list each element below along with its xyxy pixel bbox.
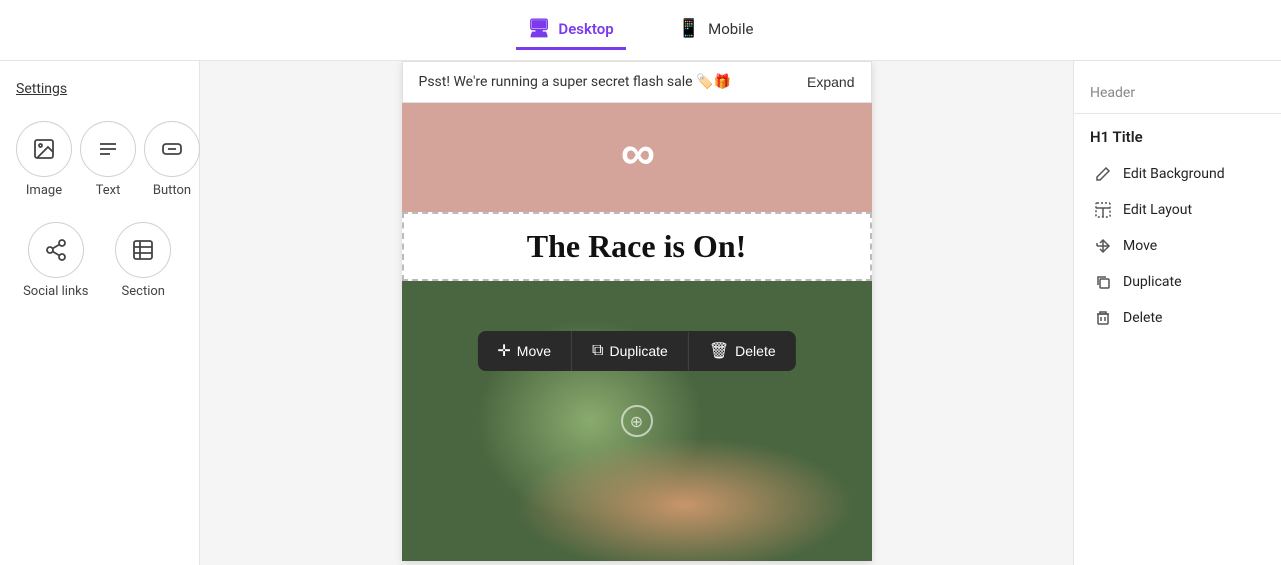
move-button[interactable]: ✛ Move <box>477 331 572 371</box>
tool-text[interactable]: Text <box>80 121 136 198</box>
edit-background-icon <box>1093 166 1113 182</box>
move-right-icon <box>1093 238 1113 254</box>
section-title: H1 Title <box>1074 118 1281 156</box>
right-sidebar: Header H1 Title Edit Background Edit Lay… <box>1073 61 1281 565</box>
mobile-icon: 📱 <box>678 18 700 39</box>
top-bar: 🖥 Desktop 📱 Mobile <box>0 0 1281 61</box>
button-icon <box>144 121 200 177</box>
email-preview: Psst! We're running a super secret flash… <box>402 61 872 561</box>
move-label: Move <box>517 343 551 359</box>
svg-text:∞: ∞ <box>620 127 653 177</box>
right-section-header-label: Header <box>1074 77 1281 109</box>
edit-layout-label: Edit Layout <box>1123 202 1192 218</box>
tab-mobile-label: Mobile <box>708 20 753 38</box>
divider-1 <box>1074 113 1281 114</box>
tools-grid-2: Social links Section <box>16 222 183 299</box>
logo: ∞ <box>597 127 677 188</box>
move-item[interactable]: Move <box>1074 228 1281 264</box>
delete-right-icon <box>1093 310 1113 326</box>
duplicate-label: Duplicate <box>609 343 667 359</box>
edit-background-label: Edit Background <box>1123 166 1225 182</box>
delete-button[interactable]: 🗑 Delete <box>689 331 796 371</box>
delete-icon: 🗑 <box>709 341 729 361</box>
flash-sale-text: Psst! We're running a super secret flash… <box>419 74 731 90</box>
canvas-area: Psst! We're running a super secret flash… <box>200 61 1073 565</box>
image-icon <box>16 121 72 177</box>
tab-mobile[interactable]: 📱 Mobile <box>666 10 766 50</box>
tool-button-label: Button <box>153 183 191 198</box>
flash-sale-message: Psst! We're running a super secret flash… <box>419 74 731 90</box>
tools-grid: Image Text <box>16 121 183 198</box>
left-sidebar: Settings Image <box>0 61 200 565</box>
tab-desktop-label: Desktop <box>558 20 613 38</box>
tool-section[interactable]: Section <box>104 222 184 299</box>
settings-link[interactable]: Settings <box>16 81 183 97</box>
fashion-image: ⊕ <box>402 281 872 561</box>
duplicate-right-label: Duplicate <box>1123 274 1182 290</box>
image-section[interactable]: ⊕ <box>402 281 872 561</box>
duplicate-icon: ⧉ <box>592 342 603 360</box>
tool-image[interactable]: Image <box>16 121 72 198</box>
tool-image-label: Image <box>26 183 62 198</box>
zoom-icon: ⊕ <box>621 405 653 437</box>
tool-section-label: Section <box>122 284 165 299</box>
tool-social-links[interactable]: Social links <box>16 222 96 299</box>
tool-text-label: Text <box>96 183 121 198</box>
social-links-icon <box>28 222 84 278</box>
text-icon <box>80 121 136 177</box>
expand-button[interactable]: Expand <box>807 74 854 90</box>
move-right-label: Move <box>1123 238 1157 254</box>
duplicate-right-icon <box>1093 274 1113 290</box>
title-section[interactable]: The Race is On! <box>402 212 872 281</box>
edit-layout-icon <box>1093 202 1113 218</box>
floating-toolbar: ✛ Move ⧉ Duplicate 🗑 Delete <box>477 331 795 371</box>
delete-label: Delete <box>735 343 775 359</box>
flash-sale-bar: Psst! We're running a super secret flash… <box>402 61 872 103</box>
delete-right-label: Delete <box>1123 310 1162 326</box>
tool-button[interactable]: Button <box>144 121 200 198</box>
duplicate-item[interactable]: Duplicate <box>1074 264 1281 300</box>
edit-background-item[interactable]: Edit Background <box>1074 156 1281 192</box>
tab-desktop[interactable]: 🖥 Desktop <box>516 10 626 50</box>
edit-layout-item[interactable]: Edit Layout <box>1074 192 1281 228</box>
delete-item[interactable]: Delete <box>1074 300 1281 336</box>
tool-social-links-label: Social links <box>23 284 88 299</box>
email-header-section: ∞ <box>402 103 872 212</box>
duplicate-button[interactable]: ⧉ Duplicate <box>572 332 689 370</box>
section-icon <box>115 222 171 278</box>
email-title: The Race is On! <box>527 228 747 264</box>
desktop-icon: 🖥 <box>528 18 551 39</box>
main-layout: Settings Image <box>0 61 1281 565</box>
move-icon: ✛ <box>497 341 510 361</box>
